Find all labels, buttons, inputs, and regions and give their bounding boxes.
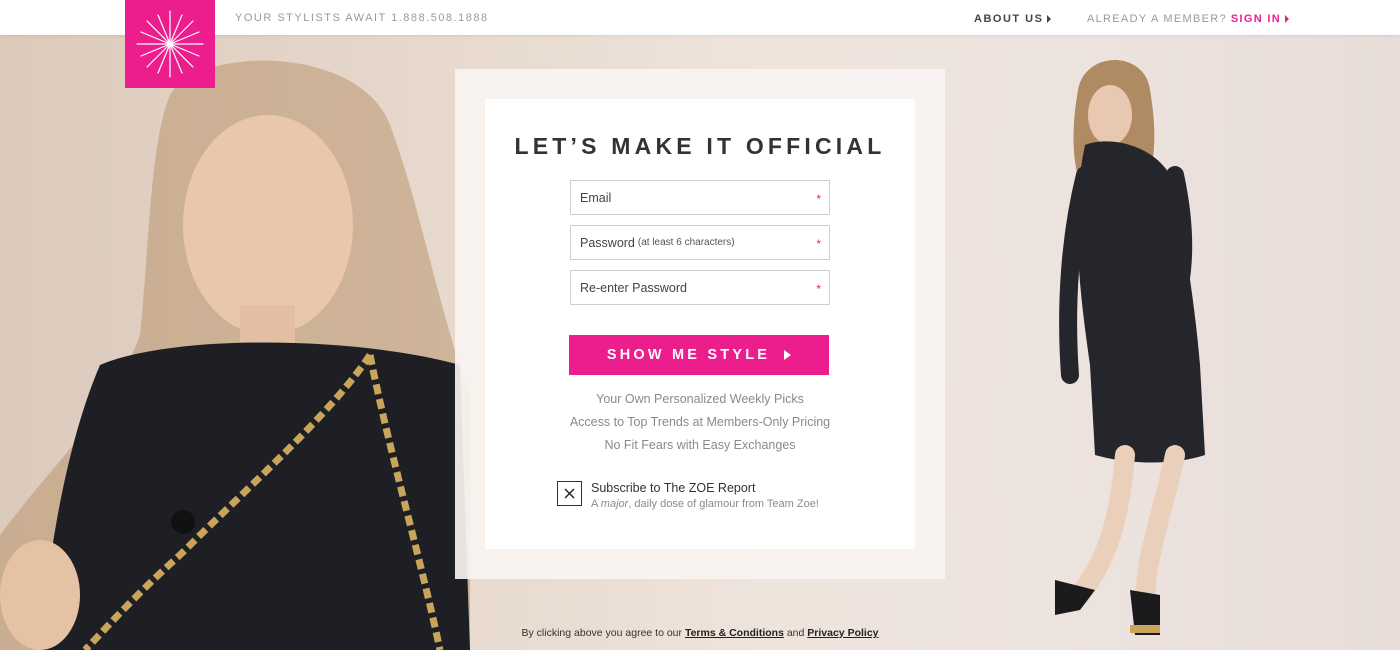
signup-form: LET’S MAKE IT OFFICIAL Email * Password … (485, 99, 915, 549)
benefit-item: Your Own Personalized Weekly Picks (596, 392, 804, 406)
about-us-label: ABOUT US (974, 13, 1044, 25)
triangle-right-icon (1284, 15, 1289, 23)
password-field[interactable]: Password (at least 6 characters) * (570, 225, 830, 260)
form-title: LET’S MAKE IT OFFICIAL (514, 133, 886, 159)
legal-notice: By clicking above you agree to our Terms… (521, 627, 879, 639)
submit-label: SHOW ME STYLE (606, 347, 771, 363)
stylist-phone-tagline: YOUR STYLISTS AWAIT 1.888.508.1888 (235, 12, 489, 24)
privacy-link[interactable]: Privacy Policy (807, 627, 878, 639)
model-photo-right (960, 35, 1400, 650)
model-photo-left (0, 35, 470, 650)
about-us-link[interactable]: ABOUT US (974, 13, 1052, 25)
required-marker: * (816, 282, 821, 296)
triangle-right-icon (784, 350, 792, 360)
show-me-style-button[interactable]: SHOW ME STYLE (569, 335, 829, 375)
password-placeholder: Password (580, 235, 635, 250)
terms-link[interactable]: Terms & Conditions (685, 627, 784, 639)
required-marker: * (816, 192, 821, 206)
subscribe-checkbox[interactable] (557, 481, 582, 506)
email-field[interactable]: Email * (570, 180, 830, 215)
x-icon (564, 488, 575, 499)
benefit-item: Access to Top Trends at Members-Only Pri… (569, 415, 831, 429)
subscribe-title: Subscribe to The ZOE Report (591, 481, 756, 495)
sign-in-link[interactable]: SIGN IN (1231, 13, 1281, 25)
reenter-password-placeholder: Re-enter Password (580, 280, 687, 295)
member-signin: ALREADY A MEMBER? SIGN IN (1087, 13, 1289, 25)
password-hint: (at least 6 characters) (637, 237, 735, 248)
triangle-right-icon (1047, 15, 1052, 23)
reenter-password-field[interactable]: Re-enter Password * (570, 270, 830, 305)
subscribe-description: A major, daily dose of glamour from Team… (591, 498, 819, 510)
required-marker: * (816, 237, 821, 251)
email-placeholder: Email (580, 190, 612, 205)
starburst-icon (136, 10, 204, 78)
benefit-item: No Fit Fears with Easy Exchanges (604, 438, 796, 452)
member-prompt: ALREADY A MEMBER? (1087, 13, 1227, 25)
brand-logo[interactable] (125, 0, 215, 88)
